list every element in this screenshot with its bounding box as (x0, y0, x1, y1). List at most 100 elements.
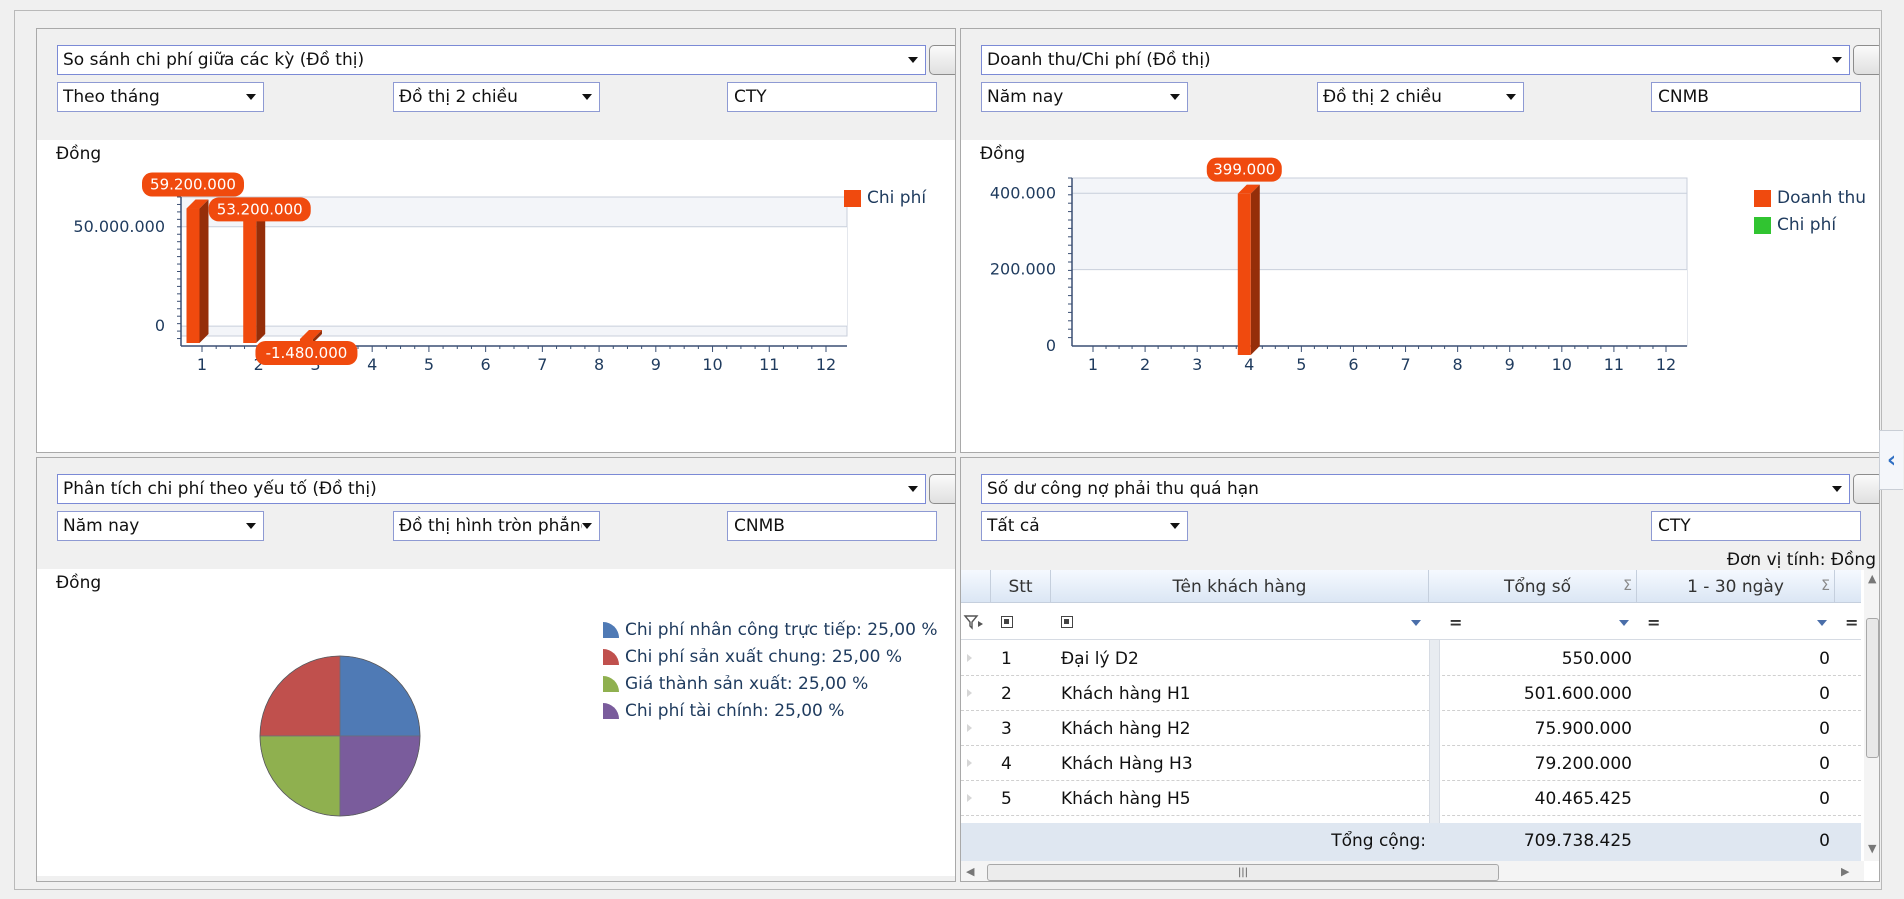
sigma-icon[interactable]: Σ (1821, 578, 1830, 594)
x-tick-label: 11 (1604, 355, 1624, 374)
sigma-icon[interactable]: Σ (1623, 578, 1632, 594)
cell-stt: 3 (1001, 718, 1012, 739)
table-row[interactable]: 5 Khách hàng H5 40.465.425 0 (961, 781, 1861, 816)
cell-1-30: 0 (1819, 718, 1830, 739)
period-value: Năm nay (63, 516, 140, 536)
chart-type-select[interactable]: Đồ thị hình tròn phẳng (393, 511, 600, 541)
revenue-cost-bar-chart: 0200.000400.0001 2 3 4 5 6 7 8 9 10 11 12399.000 (990, 157, 1688, 374)
next-filter-cell[interactable]: = (1845, 608, 1858, 636)
options-button[interactable] (929, 474, 955, 504)
scroll-down-icon[interactable]: ▼ (1868, 842, 1876, 855)
period-select[interactable]: Năm nay (981, 82, 1188, 112)
legend-item: Chi phí tài chính: 25,00 % (602, 701, 844, 721)
cell-name: Khách Hàng H3 (1061, 753, 1193, 774)
chevron-down-icon (1506, 94, 1516, 100)
x-tick-label: 8 (1453, 355, 1463, 374)
scroll-left-icon[interactable]: ◀ (966, 865, 974, 878)
column-header-total[interactable]: Tổng số Σ (1439, 570, 1637, 603)
filter-condition-icon (1061, 616, 1073, 628)
report-select-value: Phân tích chi phí theo yếu tố (Đồ thị) (63, 479, 377, 499)
equals-icon: = (1449, 612, 1463, 632)
legend-item: Chi phí nhân công trực tiếp: 25,00 % (602, 620, 938, 640)
horizontal-scroll-thumb[interactable]: ||| (987, 864, 1499, 881)
cost-factor-panel: Phân tích chi phí theo yếu tố (Đồ thị) N… (36, 457, 956, 882)
x-tick-label: 9 (651, 355, 661, 374)
report-select[interactable]: Số dư công nợ phải thu quá hạn (981, 474, 1850, 504)
options-button[interactable] (929, 45, 955, 75)
column-header-1-30-label: 1 - 30 ngày (1687, 576, 1784, 597)
grid-band (181, 226, 847, 327)
scroll-right-icon[interactable]: ▶ (1841, 865, 1849, 878)
table-row[interactable]: 2 Khách hàng H1 501.600.000 0 (961, 676, 1861, 711)
x-tick-label: 11 (759, 355, 779, 374)
grid-footer: Tổng cộng: 709.738.425 0 (961, 823, 1861, 861)
x-tick-label: 4 (1244, 355, 1254, 374)
unit-code-input[interactable]: CNMB (727, 511, 937, 541)
legend-swatch (603, 703, 619, 719)
vertical-scroll-thumb[interactable] (1866, 618, 1879, 758)
filter-editor-icon[interactable] (963, 608, 985, 636)
x-tick-label: 7 (1400, 355, 1410, 374)
x-tick-label: 9 (1505, 355, 1515, 374)
column-separator (1429, 640, 1440, 823)
column-header-total-label: Tổng số (1503, 576, 1571, 597)
bar (186, 208, 200, 343)
legend-item: Giá thành sản xuất: 25,00 % (602, 674, 868, 694)
legend-label: Chi phí nhân công trực tiếp: 25,00 % (625, 620, 938, 640)
overdue-receivables-panel: Số dư công nợ phải thu quá hạn Tất cả CT… (960, 457, 1880, 882)
scroll-up-icon[interactable]: ▲ (1868, 572, 1876, 585)
filter-select[interactable]: Tất cả (981, 511, 1188, 541)
chevron-left-icon: ‹ (1886, 447, 1897, 473)
legend-swatch (1754, 189, 1771, 207)
unit-note: Đơn vị tính: Đồng (1726, 550, 1876, 570)
row-indicator-icon (967, 654, 972, 662)
cell-total: 75.900.000 (1534, 718, 1632, 739)
table-row[interactable]: 4 Khách Hàng H3 79.200.000 0 (961, 746, 1861, 781)
pie-slice (339, 735, 421, 817)
cell-total: 40.465.425 (1534, 788, 1632, 809)
cell-name: Khách hàng H5 (1061, 788, 1191, 809)
cell-1-30: 0 (1819, 753, 1830, 774)
stt-filter-cell[interactable] (1001, 608, 1013, 636)
chart-area: Đồng Chi phí nhân công trực tiếp: 25,00 … (37, 569, 955, 876)
x-tick-label: 1 (197, 355, 207, 374)
cell-stt: 5 (1001, 788, 1012, 809)
chevron-down-icon (582, 523, 592, 529)
report-select[interactable]: Phân tích chi phí theo yếu tố (Đồ thị) (57, 474, 926, 504)
bar (1237, 193, 1251, 355)
period-select[interactable]: Theo tháng (57, 82, 264, 112)
cell-stt: 2 (1001, 683, 1012, 704)
unit-code-input[interactable]: CTY (1651, 511, 1861, 541)
unit-code-input[interactable]: CNMB (1651, 82, 1861, 112)
table-row[interactable]: 1 Đại lý D2 550.000 0 (961, 641, 1861, 676)
name-filter-cell[interactable] (1061, 608, 1429, 636)
collapse-panel-tab[interactable]: ‹ (1879, 430, 1903, 490)
report-select[interactable]: So sánh chi phí giữa các kỳ (Đồ thị) (57, 45, 926, 75)
chart-type-select[interactable]: Đồ thị 2 chiều (1317, 82, 1524, 112)
revenue-cost-panel: Doanh thu/Chi phí (Đồ thị) Năm nay Đồ th… (960, 28, 1880, 453)
total-filter-cell[interactable]: = (1449, 608, 1637, 636)
cell-name: Đại lý D2 (1061, 648, 1139, 669)
column-header-name[interactable]: Tên khách hàng (1051, 570, 1429, 603)
d1-30-filter-cell[interactable]: = (1647, 608, 1835, 636)
chart-type-select[interactable]: Đồ thị 2 chiều (393, 82, 600, 112)
x-tick-label: 6 (1348, 355, 1358, 374)
column-header-stt[interactable]: Stt (991, 570, 1051, 603)
options-button[interactable] (1853, 45, 1879, 75)
vertical-scrollbar[interactable]: ▲ ▼ (1864, 570, 1879, 861)
table-row[interactable]: 3 Khách hàng H2 75.900.000 0 (961, 711, 1861, 746)
legend-item: Chi phí sản xuất chung: 25,00 % (602, 647, 902, 667)
legend-label: Chi phí (867, 188, 927, 208)
chevron-down-icon (246, 94, 256, 100)
options-button[interactable] (1853, 474, 1879, 504)
chevron-down-icon (1817, 620, 1827, 626)
period-select[interactable]: Năm nay (57, 511, 264, 541)
receivables-grid: Stt Tên khách hàng Tổng số Σ 1 - 30 ngày… (961, 570, 1879, 881)
horizontal-scrollbar[interactable]: ◀ ||| ▶ (961, 861, 1864, 881)
report-select[interactable]: Doanh thu/Chi phí (Đồ thị) (981, 45, 1850, 75)
dashboard: So sánh chi phí giữa các kỳ (Đồ thị) The… (14, 10, 1882, 890)
column-header-1-30[interactable]: 1 - 30 ngày Σ (1637, 570, 1835, 603)
unit-code-input[interactable]: CTY (727, 82, 937, 112)
legend-item: Chi phí (1754, 215, 1836, 235)
y-tick-label: 0 (1046, 336, 1056, 355)
